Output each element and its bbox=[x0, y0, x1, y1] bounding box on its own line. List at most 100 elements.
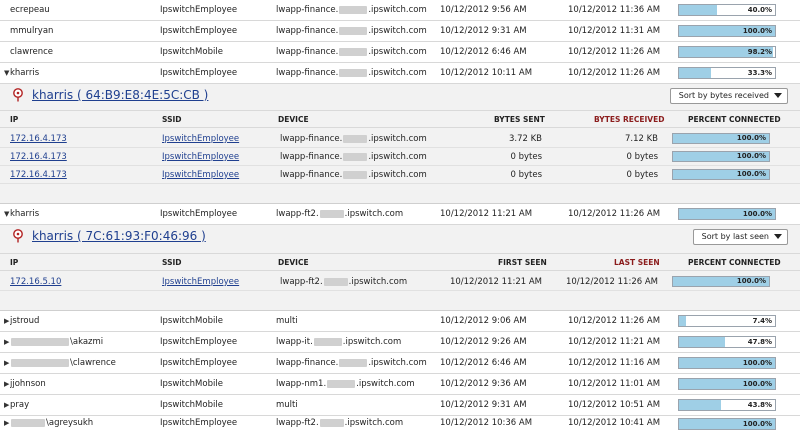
ip-link[interactable]: 172.16.5.10 bbox=[10, 273, 61, 291]
device-detail-panel: kharris ( 64:B9:E8:4E:5C:CB ) Sort by by… bbox=[0, 84, 800, 204]
col-bytes-received: BYTES RECEIVED bbox=[594, 115, 665, 124]
device-title-link[interactable]: kharris ( 64:B9:E8:4E:5C:CB ) bbox=[32, 87, 208, 103]
redacted-mask bbox=[343, 134, 368, 143]
device-value: lwapp-finance. .ipswitch.com bbox=[276, 5, 427, 15]
last-seen: 10/12/2012 11:26 AM bbox=[568, 68, 661, 78]
ssid-value: IpswitchEmployee bbox=[160, 5, 238, 15]
detail-row: 172.16.4.173 IpswitchEmployee lwapp-fina… bbox=[0, 130, 800, 148]
detail-row: 172.16.5.10 IpswitchEmployee lwapp-ft2..… bbox=[0, 273, 800, 291]
ssid-link[interactable]: IpswitchEmployee bbox=[162, 166, 239, 184]
ip-link[interactable]: 172.16.4.173 bbox=[10, 166, 67, 184]
bytes-sent: 0 bytes bbox=[510, 152, 542, 162]
table-row[interactable]: ecrepeau IpswitchEmployee lwapp-finance.… bbox=[0, 0, 800, 21]
redacted-mask bbox=[313, 337, 342, 346]
ip-link[interactable]: 172.16.4.173 bbox=[10, 130, 67, 148]
redacted-mask bbox=[11, 337, 69, 346]
user-name: kharris bbox=[10, 68, 40, 78]
col-bytes-sent: BYTES SENT bbox=[494, 115, 545, 124]
device-detail-panel: kharris ( 7C:61:93:F0:46:96 ) Sort by la… bbox=[0, 225, 800, 311]
ssid-value: IpswitchEmployee bbox=[160, 358, 238, 368]
ssid-link[interactable]: IpswitchEmployee bbox=[162, 273, 239, 291]
sort-dropdown[interactable]: Sort by bytes received bbox=[669, 88, 788, 104]
col-ssid: SSID bbox=[162, 258, 182, 267]
percent-connected-bar: 40.0% bbox=[678, 4, 776, 16]
first-seen: 10/12/2012 9:36 AM bbox=[440, 379, 527, 389]
col-ssid: SSID bbox=[162, 115, 182, 124]
first-seen: 10/12/2012 9:31 AM bbox=[440, 400, 527, 410]
user-name: ecrepeau bbox=[10, 5, 50, 15]
percent-connected-bar: 7.4% bbox=[678, 315, 776, 327]
table-row-expanded[interactable]: ▼ kharris IpswitchEmployee lwapp-finance… bbox=[0, 63, 800, 84]
device-value: lwapp-finance. .ipswitch.com bbox=[276, 26, 427, 36]
redacted-mask bbox=[11, 358, 69, 367]
device-value: multi bbox=[276, 316, 298, 326]
ssid-value: IpswitchEmployee bbox=[160, 68, 238, 78]
percent-connected-bar: 47.8% bbox=[678, 336, 776, 348]
bar-fill bbox=[679, 5, 718, 15]
redacted-mask bbox=[339, 358, 368, 367]
last-seen: 10/12/2012 11:01 AM bbox=[568, 379, 661, 389]
device-value: lwapp-ft2. .ipswitch.com bbox=[280, 277, 408, 287]
percent-connected-bar: 100.0% bbox=[672, 169, 770, 180]
chevron-down-icon bbox=[774, 234, 782, 239]
device-title-link[interactable]: kharris ( 7C:61:93:F0:46:96 ) bbox=[32, 228, 206, 244]
chevron-down-icon bbox=[774, 93, 782, 98]
ssid-value: IpswitchMobile bbox=[160, 316, 223, 326]
device-pin-icon bbox=[13, 88, 23, 102]
redacted-mask bbox=[319, 209, 344, 218]
percent-connected-bar: 100.0% bbox=[678, 357, 776, 369]
table-row[interactable]: clawrence IpswitchMobile lwapp-finance..… bbox=[0, 42, 800, 63]
table-row[interactable]: mmulryan IpswitchEmployee lwapp-finance.… bbox=[0, 21, 800, 42]
ssid-link[interactable]: IpswitchEmployee bbox=[162, 148, 239, 166]
table-row[interactable]: ▶ \akazmi IpswitchEmployee lwapp-it. .ips… bbox=[0, 332, 800, 353]
bar-fill bbox=[679, 337, 725, 347]
table-row-expanded[interactable]: ▼ kharris IpswitchEmployee lwapp-ft2. .ip… bbox=[0, 204, 800, 225]
last-seen: 10/12/2012 11:26 AM bbox=[568, 209, 661, 219]
device-value: lwapp-finance. .ipswitch.com bbox=[276, 68, 427, 78]
panel-header: kharris ( 7C:61:93:F0:46:96 ) Sort by la… bbox=[0, 225, 800, 249]
device-value: lwapp-ft2. .ipswitch.com bbox=[276, 209, 404, 219]
first-seen: 10/12/2012 11:21 AM bbox=[440, 209, 533, 219]
percent-connected-bar: 43.8% bbox=[678, 399, 776, 411]
bytes-received: 0 bytes bbox=[626, 170, 658, 180]
ssid-value: IpswitchEmployee bbox=[160, 209, 238, 219]
col-percent-connected: PERCENT CONNECTED bbox=[688, 258, 781, 267]
bytes-sent: 0 bytes bbox=[510, 170, 542, 180]
table-row[interactable]: ▶ \clawrence IpswitchEmployee lwapp-fina… bbox=[0, 353, 800, 374]
table-row[interactable]: ▶ pray IpswitchMobile multi 10/12/2012 9… bbox=[0, 395, 800, 416]
ssid-link[interactable]: IpswitchEmployee bbox=[162, 130, 239, 148]
ssid-value: IpswitchEmployee bbox=[160, 26, 238, 36]
user-name: \akazmi bbox=[10, 332, 150, 353]
last-seen: 10/12/2012 10:41 AM bbox=[568, 418, 661, 428]
redacted-mask bbox=[327, 379, 356, 388]
table-row[interactable]: ▶ jjohnson IpswitchMobile lwapp-nm1. .ips… bbox=[0, 374, 800, 395]
bar-fill bbox=[679, 400, 722, 410]
last-seen: 10/12/2012 11:26 AM bbox=[568, 47, 661, 57]
percent-connected-bar: 100.0% bbox=[678, 208, 776, 220]
detail-row: 172.16.4.173 IpswitchEmployee lwapp-fina… bbox=[0, 166, 800, 184]
percent-connected-bar: 100.0% bbox=[678, 378, 776, 390]
device-value: multi bbox=[276, 400, 298, 410]
redacted-mask bbox=[339, 5, 368, 14]
device-value: lwapp-nm1. .ipswitch.com bbox=[276, 379, 415, 389]
ip-link[interactable]: 172.16.4.173 bbox=[10, 148, 67, 166]
last-seen: 10/12/2012 11:31 AM bbox=[568, 26, 661, 36]
last-seen: 10/12/2012 11:26 AM bbox=[565, 277, 658, 287]
last-seen: 10/12/2012 11:36 AM bbox=[568, 5, 661, 15]
percent-connected-bar: 100.0% bbox=[678, 418, 776, 430]
detail-row: 172.16.4.173 IpswitchEmployee lwapp-fina… bbox=[0, 148, 800, 166]
percent-connected-bar: 100.0% bbox=[672, 151, 770, 162]
sort-dropdown[interactable]: Sort by last seen bbox=[692, 229, 788, 245]
user-name: \agreysukh bbox=[10, 416, 150, 431]
table-row[interactable]: ▶ \agreysukh IpswitchEmployee lwapp-ft2.… bbox=[0, 416, 800, 431]
first-seen: 10/12/2012 10:11 AM bbox=[440, 68, 533, 78]
table-row[interactable]: ▶ jstroud IpswitchMobile multi 10/12/201… bbox=[0, 311, 800, 332]
ssid-value: IpswitchEmployee bbox=[160, 337, 238, 347]
last-seen: 10/12/2012 11:26 AM bbox=[568, 316, 661, 326]
ssid-value: IpswitchMobile bbox=[160, 400, 223, 410]
first-seen: 10/12/2012 9:26 AM bbox=[440, 337, 527, 347]
first-seen: 10/12/2012 10:36 AM bbox=[440, 418, 533, 428]
col-percent-connected: PERCENT CONNECTED bbox=[688, 115, 781, 124]
redacted-mask bbox=[319, 418, 344, 427]
first-seen: 10/12/2012 6:46 AM bbox=[440, 358, 527, 368]
